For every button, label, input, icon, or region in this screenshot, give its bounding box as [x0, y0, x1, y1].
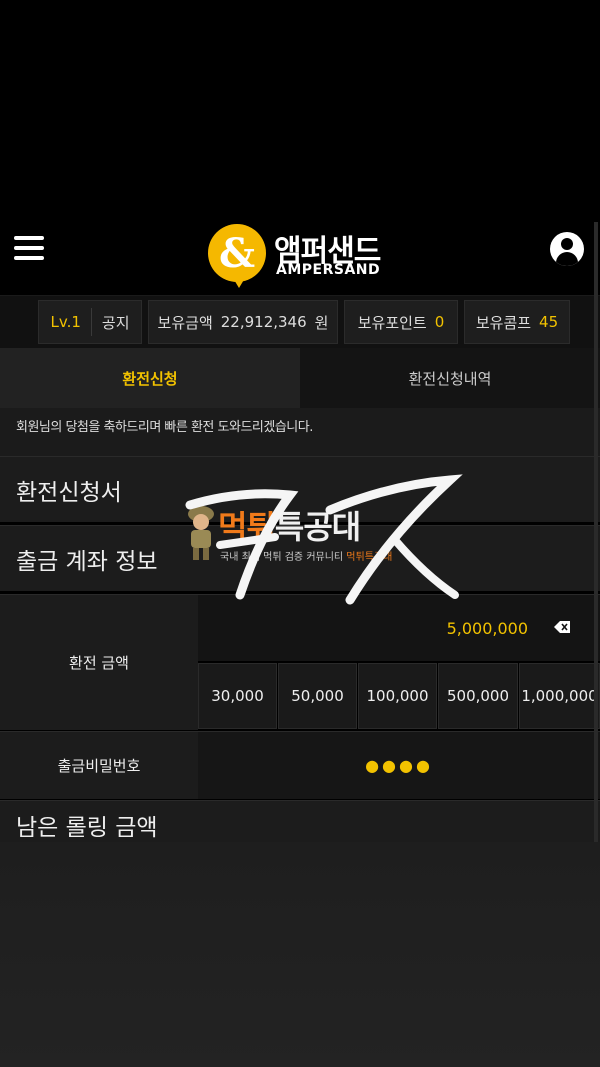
quick-amount-50000[interactable]: 50,000 [278, 663, 357, 729]
balance-chip: 보유금액 22,912,346 원 [148, 300, 338, 344]
site-header: & 앰퍼샌드 AMPERSAND [0, 222, 600, 296]
balance-unit: 원 [314, 313, 329, 332]
comp-value: 45 [539, 313, 559, 331]
notice-message: 회원님의 당첨을 축하드리며 빠른 환전 도와드리겠습니다. [0, 408, 600, 456]
exchange-tabs: 환전신청 환전신청내역 [0, 348, 600, 408]
section-title-form: 환전신청서 [0, 456, 600, 522]
amount-label: 환전 금액 [0, 594, 198, 730]
quick-amount-100000[interactable]: 100,000 [358, 663, 437, 729]
user-account-icon[interactable] [550, 232, 584, 266]
points-label: 보유포인트 [357, 313, 427, 332]
page-bottom-area [0, 842, 600, 1067]
balance-label: 보유금액 [157, 313, 213, 332]
password-label: 출금비밀번호 [0, 731, 198, 799]
points-chip[interactable]: 보유포인트 0 [344, 300, 458, 344]
quick-amount-1000000[interactable]: 1,000,000 [519, 663, 600, 729]
tab-exchange-history[interactable]: 환전신청내역 [300, 348, 600, 408]
quick-amount-30000[interactable]: 30,000 [198, 663, 277, 729]
logo-text-english: AMPERSAND [276, 262, 381, 278]
tab-exchange-request[interactable]: 환전신청 [0, 348, 300, 408]
user-info-bar: Lv.1 공지 보유금액 22,912,346 원 보유포인트 0 보유콤프 4… [0, 296, 600, 348]
section-title-account: 출금 계좌 정보 [0, 525, 600, 591]
balance-value: 22,912,346 [220, 313, 307, 331]
comp-chip[interactable]: 보유콤프 45 [464, 300, 570, 344]
scrollbar[interactable] [594, 222, 598, 842]
level-notice-chip: Lv.1 공지 [38, 300, 142, 344]
amount-input[interactable]: 5,000,000 [198, 594, 600, 661]
level-badge: Lv.1 [50, 313, 81, 331]
top-blank-area [0, 0, 600, 222]
points-value: 0 [434, 313, 445, 331]
amount-value: 5,000,000 [446, 619, 528, 638]
comp-label: 보유콤프 [475, 313, 532, 332]
section-title-rolling: 남은 롤링 금액 [0, 800, 600, 842]
ampersand-logo-icon: & [208, 224, 266, 282]
site-logo[interactable]: & 앰퍼샌드 AMPERSAND [208, 222, 398, 292]
hamburger-menu-icon[interactable] [14, 236, 46, 264]
notice-link[interactable]: 공지 [102, 312, 130, 333]
eraser-icon[interactable] [554, 621, 570, 633]
quick-amount-500000[interactable]: 500,000 [438, 663, 518, 729]
withdraw-password-input[interactable]: ●●●● [198, 731, 600, 799]
